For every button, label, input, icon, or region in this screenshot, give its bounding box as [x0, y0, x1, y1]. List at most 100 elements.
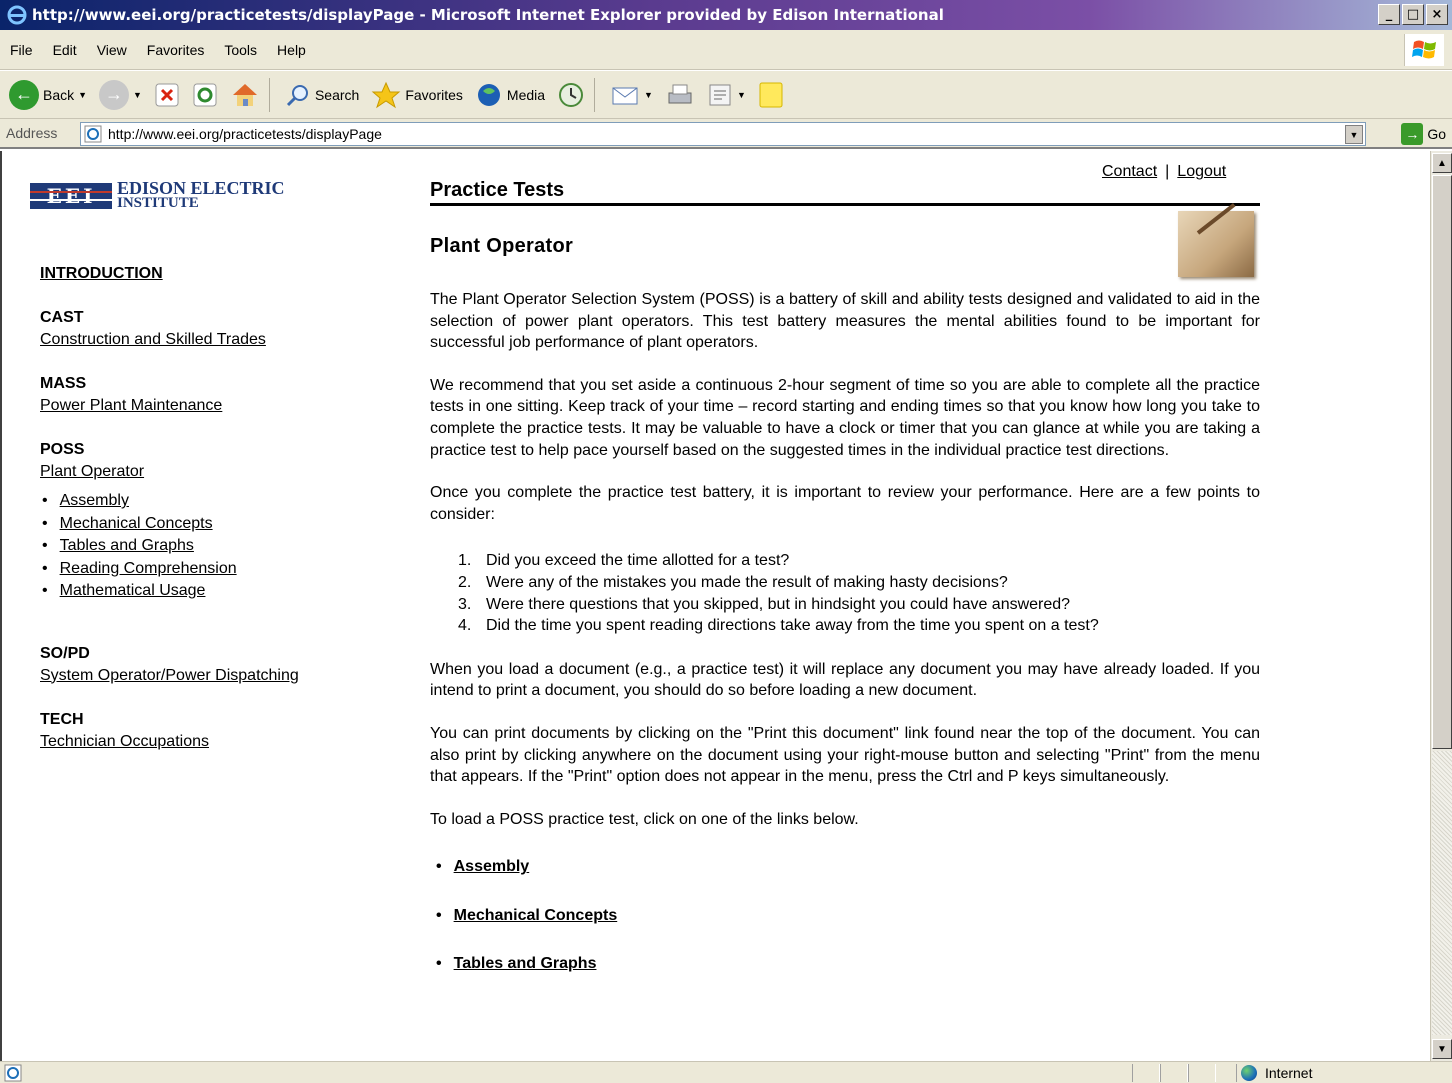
home-button[interactable]	[227, 75, 263, 115]
stop-button[interactable]	[151, 75, 183, 115]
contact-link[interactable]: Contact	[1102, 163, 1157, 180]
nav-sublink-assembly[interactable]: Assembly	[60, 492, 129, 509]
note-button[interactable]	[755, 75, 787, 115]
favorites-button[interactable]: Favorites	[368, 75, 466, 115]
page-title: Practice Tests	[430, 179, 565, 201]
favorites-star-icon	[371, 81, 401, 108]
chevron-down-icon[interactable]: ▼	[133, 90, 142, 100]
nav-sublink-mathematical-usage[interactable]: Mathematical Usage	[60, 582, 206, 599]
status-bar: Internet	[0, 1061, 1452, 1083]
refresh-button[interactable]	[189, 75, 221, 115]
nav-heading: CAST	[40, 309, 84, 326]
page-status-icon	[4, 1064, 22, 1081]
search-label: Search	[314, 86, 360, 103]
test-link-mechanical-concepts[interactable]: Mechanical Concepts	[454, 907, 618, 924]
address-url: http://www.eei.org/practicetests/display…	[108, 126, 382, 142]
chevron-down-icon[interactable]: ▼	[737, 90, 746, 100]
scroll-track[interactable]	[1432, 751, 1452, 1035]
list-item: Tables and Graphs	[40, 535, 299, 558]
history-button[interactable]	[554, 75, 588, 115]
search-button[interactable]: Search	[282, 75, 362, 115]
print-button[interactable]	[662, 75, 698, 115]
forward-button[interactable]: → ▼	[96, 75, 145, 115]
logo-text: EDISON ELECTRIC INSTITUTE	[117, 179, 285, 211]
main-content: The Plant Operator Selection System (POS…	[430, 289, 1260, 1002]
practice-test-links: Assembly Mechanical Concepts Tables and …	[430, 856, 1260, 975]
nav-heading: TECH	[40, 710, 84, 728]
sticky-note-icon	[759, 82, 783, 107]
point-text: Were any of the mistakes you made the re…	[486, 573, 1008, 591]
media-button[interactable]: Media	[472, 75, 548, 115]
status-panel	[1132, 1064, 1160, 1082]
logo-line-2: INSTITUTE	[117, 195, 199, 211]
scroll-down-arrow-icon[interactable]: ▼	[1432, 1039, 1452, 1059]
list-item: Reading Comprehension	[40, 558, 299, 581]
minimize-button[interactable]: _	[1378, 4, 1400, 25]
toolbar-separator	[268, 77, 270, 112]
list-item: 3. Were there questions that you skipped,…	[458, 594, 1260, 616]
point-text: Did the time you spent reading direction…	[486, 617, 1099, 635]
back-button[interactable]: ← Back ▼	[6, 75, 90, 115]
window-title: http://www.eei.org/practicetests/display…	[32, 6, 944, 24]
mail-button[interactable]: ▼	[607, 75, 656, 115]
maximize-button[interactable]: □	[1402, 4, 1424, 25]
go-label: Go	[1427, 126, 1446, 142]
nav-link-mass[interactable]: Power Plant Maintenance	[40, 397, 222, 414]
header-links: Contact | Logout	[1102, 163, 1226, 181]
mail-icon	[612, 87, 638, 104]
home-icon	[232, 83, 257, 106]
menu-bar: File Edit View Favorites Tools Help	[0, 30, 1452, 70]
nav-section-poss: POSS Plant Operator Assembly Mechanical …	[40, 439, 299, 603]
search-icon	[286, 84, 308, 106]
status-panels	[1132, 1064, 1216, 1082]
go-button[interactable]: → Go	[1401, 123, 1446, 145]
nav-section-cast: CAST Construction and Skilled Trades	[40, 307, 299, 351]
link-separator: |	[1165, 163, 1170, 180]
nav-sublink-tables-and-graphs[interactable]: Tables and Graphs	[60, 537, 194, 554]
page-viewport: EEI EDISON ELECTRIC INSTITUTE INTRODUCTI…	[0, 151, 1452, 1061]
chevron-down-icon[interactable]: ▼	[644, 90, 653, 100]
logout-link[interactable]: Logout	[1177, 163, 1226, 180]
nav-heading: POSS	[40, 441, 85, 458]
page-icon	[84, 125, 102, 143]
left-navigation: INTRODUCTION CAST Construction and Skill…	[40, 263, 299, 775]
scroll-thumb[interactable]	[1432, 175, 1452, 749]
chevron-down-icon[interactable]: ▼	[78, 90, 87, 100]
address-input[interactable]: http://www.eei.org/practicetests/display…	[80, 122, 1366, 146]
toolbar-separator	[594, 77, 596, 112]
page-subtitle: Plant Operator	[430, 235, 574, 257]
edit-document-icon	[709, 84, 731, 105]
list-item: Mechanical Concepts	[40, 513, 299, 536]
printer-icon	[668, 84, 692, 103]
nav-heading: MASS	[40, 375, 87, 392]
scroll-up-arrow-icon[interactable]: ▲	[1432, 153, 1452, 173]
menu-tools[interactable]: Tools	[214, 42, 267, 58]
nav-link-poss[interactable]: Plant Operator	[40, 463, 144, 480]
list-item: Mechanical Concepts	[430, 905, 1260, 927]
close-button[interactable]: ×	[1426, 4, 1448, 25]
test-link-assembly[interactable]: Assembly	[454, 858, 530, 875]
point-text: Did you exceed the time allotted for a t…	[486, 552, 790, 570]
edit-button[interactable]: ▼	[704, 75, 749, 115]
menu-file[interactable]: File	[0, 42, 43, 58]
nav-sublink-mechanical-concepts[interactable]: Mechanical Concepts	[60, 515, 213, 532]
nav-link-sopd[interactable]: System Operator/Power Dispatching	[40, 667, 299, 684]
back-arrow-icon: ←	[9, 79, 39, 110]
address-dropdown-icon[interactable]: ▼	[1345, 125, 1363, 144]
nav-introduction-link[interactable]: INTRODUCTION	[40, 265, 163, 282]
test-link-tables-and-graphs[interactable]: Tables and Graphs	[454, 955, 597, 972]
eei-logo[interactable]: EEI EDISON ELECTRIC INSTITUTE	[30, 179, 285, 211]
nav-link-tech[interactable]: Technician Occupations	[40, 733, 209, 750]
list-item: 4. Did the time you spent reading directi…	[458, 615, 1260, 637]
list-item: Assembly	[40, 490, 299, 513]
status-panel	[1160, 1064, 1188, 1082]
menu-edit[interactable]: Edit	[43, 42, 87, 58]
nav-link-cast[interactable]: Construction and Skilled Trades	[40, 331, 266, 348]
list-item: 1. Did you exceed the time allotted for a…	[458, 550, 1260, 572]
nav-sublink-reading-comprehension[interactable]: Reading Comprehension	[60, 560, 237, 577]
menu-help[interactable]: Help	[267, 42, 316, 58]
menu-view[interactable]: View	[87, 42, 137, 58]
stop-icon	[155, 83, 179, 106]
menu-favorites[interactable]: Favorites	[137, 42, 215, 58]
vertical-scrollbar[interactable]: ▲ ▼	[1430, 151, 1452, 1061]
